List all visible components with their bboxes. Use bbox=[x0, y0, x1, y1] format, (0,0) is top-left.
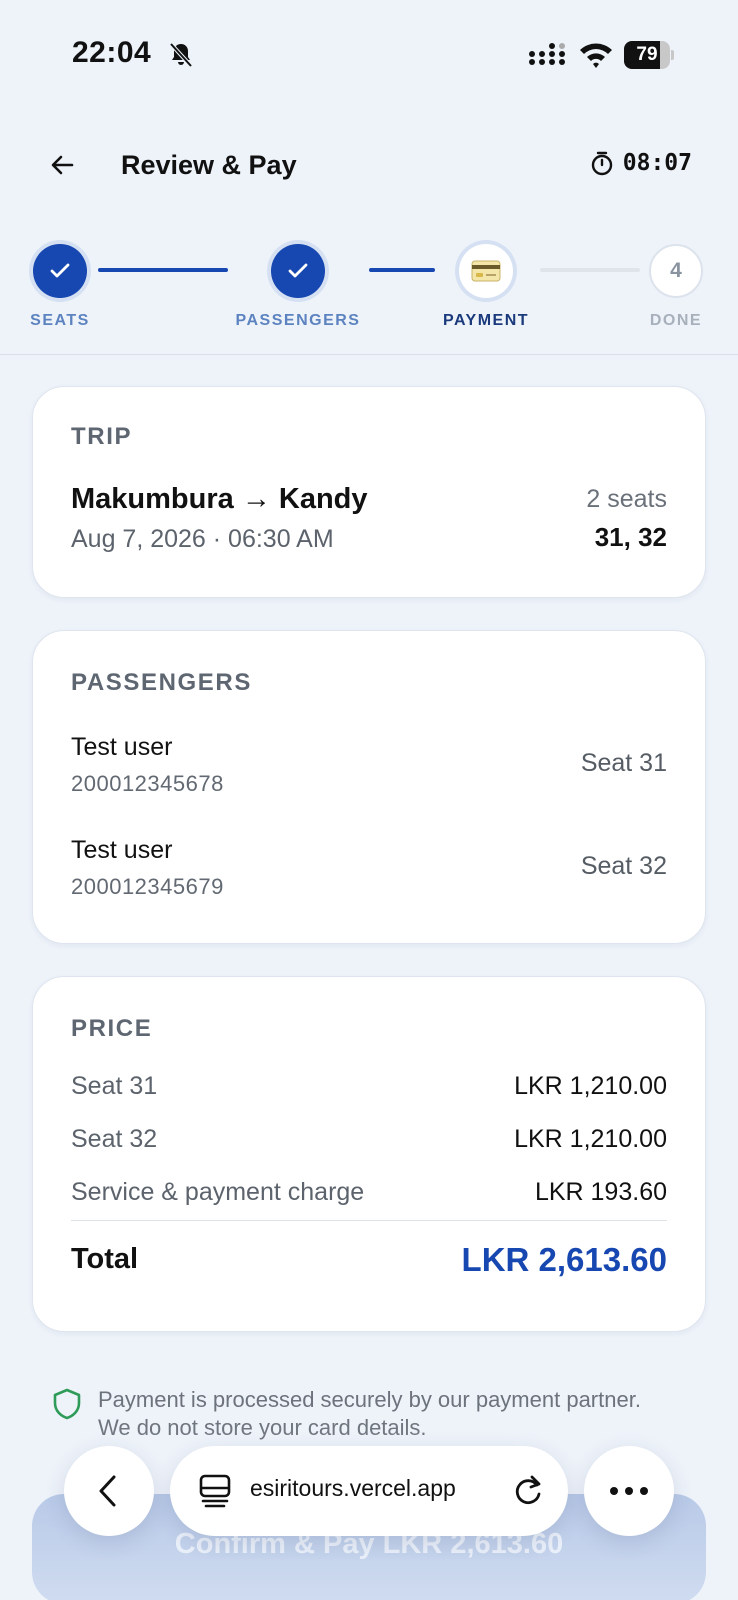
price-line-3-value: LKR 193.60 bbox=[534, 1178, 667, 1206]
stopwatch-icon bbox=[591, 151, 612, 176]
bell-muted-icon bbox=[169, 42, 193, 68]
step-label-done: DONE bbox=[649, 312, 703, 329]
step-label-seats: SEATS bbox=[30, 312, 90, 329]
chevron-left-icon bbox=[99, 1475, 116, 1507]
price-card-title: PRICE bbox=[71, 1015, 153, 1042]
step-label-payment: PAYMENT bbox=[442, 312, 530, 329]
step-connector-1 bbox=[98, 268, 228, 272]
trip-card: TRIP Makumbura → Kandy Aug 7, 2026 · 06:… bbox=[32, 386, 706, 598]
passenger-1-seat: Seat 31 bbox=[580, 749, 667, 777]
passenger-2-name: Test user bbox=[71, 836, 173, 864]
browser-toolbar: esiritours.vercel.app bbox=[0, 1446, 738, 1536]
price-divider bbox=[71, 1220, 667, 1221]
step-seats bbox=[33, 244, 87, 298]
passenger-2-id: 200012345679 bbox=[71, 874, 224, 899]
credit-card-icon bbox=[471, 260, 501, 282]
tabs-icon[interactable] bbox=[198, 1473, 232, 1509]
status-time: 22:04 bbox=[72, 36, 152, 69]
page-title: Review & Pay bbox=[121, 150, 297, 180]
price-line-2-label: Seat 32 bbox=[71, 1125, 158, 1153]
passengers-card-title: PASSENGERS bbox=[71, 669, 252, 696]
battery-indicator: 79 bbox=[624, 41, 674, 69]
trip-seat-count: 2 seats bbox=[586, 485, 667, 513]
total-value: LKR 2,613.60 bbox=[461, 1241, 667, 1278]
step-label-passengers: PASSENGERS bbox=[235, 312, 361, 329]
shield-icon bbox=[53, 1388, 81, 1420]
step-passengers bbox=[271, 244, 325, 298]
secure-note-text: Payment is processed securely by our pay… bbox=[98, 1387, 641, 1440]
passenger-2-seat: Seat 32 bbox=[580, 852, 667, 880]
step-done: 4 bbox=[649, 244, 703, 298]
price-line-2-value: LKR 1,210.00 bbox=[514, 1125, 667, 1153]
price-line-1-value: LKR 1,210.00 bbox=[514, 1072, 667, 1100]
price-line-3-label: Service & payment charge bbox=[71, 1178, 365, 1206]
more-dots-icon bbox=[610, 1487, 648, 1495]
cellular-signal-icon bbox=[529, 43, 565, 65]
progress-stepper: 4 SEATS PASSENGERS PAYMENT DONE bbox=[0, 240, 738, 340]
trip-datetime: Aug 7, 2026 · 06:30 AM bbox=[71, 525, 334, 553]
timer-value: 08:07 bbox=[622, 150, 692, 176]
url-text: esiritours.vercel.app bbox=[250, 1475, 456, 1501]
status-bar: 22:04 79 bbox=[0, 0, 738, 110]
browser-back-button[interactable] bbox=[64, 1446, 154, 1536]
header-divider bbox=[0, 354, 738, 355]
battery-percentage: 79 bbox=[636, 44, 658, 65]
page-header: Review & Pay 08:07 bbox=[0, 130, 738, 200]
checkmark-icon bbox=[50, 263, 70, 278]
trip-card-title: TRIP bbox=[71, 423, 133, 450]
passenger-1-name: Test user bbox=[71, 733, 173, 761]
reload-icon[interactable] bbox=[510, 1472, 546, 1510]
price-line-1-label: Seat 31 bbox=[71, 1072, 158, 1100]
trip-route: Makumbura → Kandy bbox=[71, 483, 368, 515]
browser-more-button[interactable] bbox=[584, 1446, 674, 1536]
address-bar[interactable]: esiritours.vercel.app bbox=[170, 1446, 568, 1536]
wifi-icon bbox=[580, 43, 612, 68]
step-connector-2 bbox=[369, 268, 435, 272]
passengers-card: PASSENGERS Test user 200012345678 Seat 3… bbox=[32, 630, 706, 944]
step-connector-3 bbox=[540, 268, 640, 272]
back-arrow-icon[interactable] bbox=[48, 150, 78, 180]
step-payment bbox=[459, 244, 513, 298]
passenger-1-id: 200012345678 bbox=[71, 771, 224, 796]
countdown-timer: 08:07 bbox=[589, 150, 692, 176]
trip-seat-numbers: 31, 32 bbox=[594, 522, 667, 552]
total-label: Total bbox=[71, 1243, 139, 1275]
checkmark-icon bbox=[288, 263, 308, 278]
price-card: PRICE Seat 31 LKR 1,210.00 Seat 32 LKR 1… bbox=[32, 976, 706, 1332]
